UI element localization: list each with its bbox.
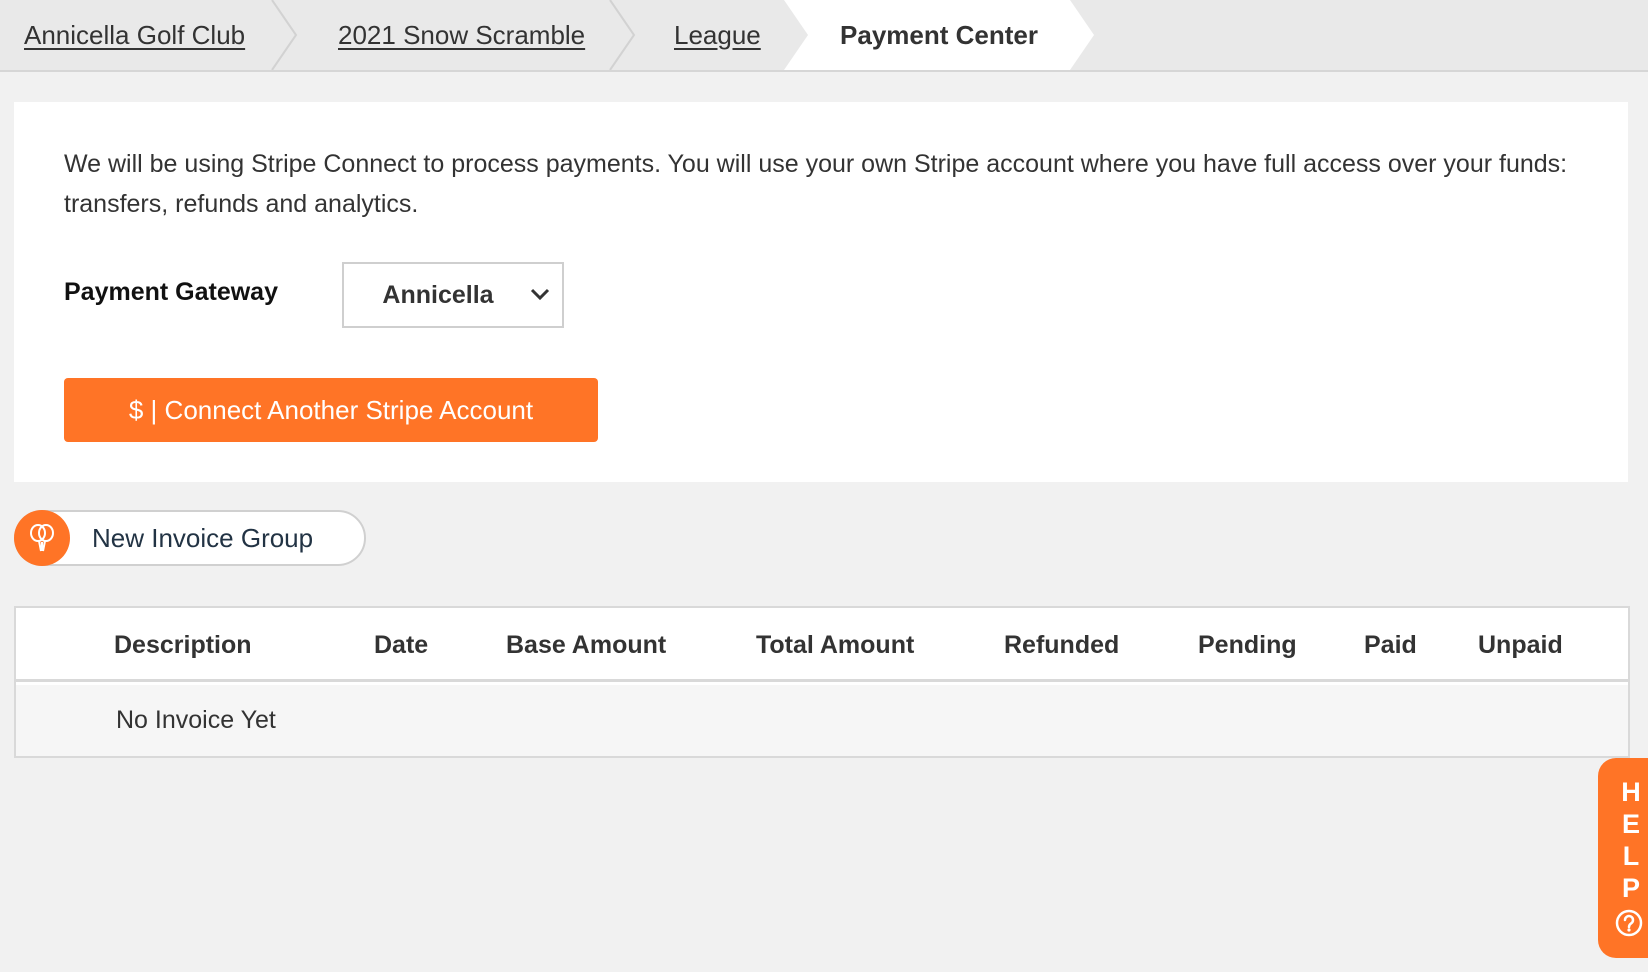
help-letter: H xyxy=(1621,777,1641,807)
payment-gateway-value: Annicella xyxy=(382,280,494,309)
new-group-badge xyxy=(14,510,70,566)
balloons-icon xyxy=(30,524,54,552)
new-invoice-group-label: New Invoice Group xyxy=(92,522,314,553)
empty-state-text: No Invoice Yet xyxy=(116,706,276,734)
table-row: No Invoice Yet xyxy=(16,685,1628,756)
column-header-paid[interactable]: Paid xyxy=(1364,608,1417,682)
breadcrumb-separator-icon xyxy=(271,0,298,70)
column-header-unpaid[interactable]: Unpaid xyxy=(1478,608,1563,682)
breadcrumb: Annicella Golf Club 2021 Snow Scramble L… xyxy=(0,0,1648,72)
help-letters: H E L P xyxy=(1616,776,1646,904)
question-circle-icon xyxy=(1615,909,1643,937)
invoice-table-header: Description Date Base Amount Total Amoun… xyxy=(16,608,1628,682)
breadcrumb-item-league[interactable]: League xyxy=(674,0,761,70)
breadcrumb-link-event[interactable]: 2021 Snow Scramble xyxy=(338,20,585,51)
column-header-base-amount[interactable]: Base Amount xyxy=(506,608,666,682)
breadcrumb-current-label: Payment Center xyxy=(840,19,1038,50)
breadcrumb-link-league[interactable]: League xyxy=(674,20,761,51)
new-invoice-group-button[interactable]: New Invoice Group xyxy=(14,510,366,566)
breadcrumb-link-club[interactable]: Annicella Golf Club xyxy=(24,20,245,51)
help-tab[interactable]: H E L P xyxy=(1598,758,1648,958)
column-header-total-amount[interactable]: Total Amount xyxy=(756,608,914,682)
help-letter: P xyxy=(1621,873,1640,903)
stripe-intro-text: We will be using Stripe Connect to proce… xyxy=(64,150,1568,218)
column-header-pending[interactable]: Pending xyxy=(1198,608,1297,682)
payment-gateway-select[interactable]: Annicella xyxy=(342,262,564,328)
column-header-date[interactable]: Date xyxy=(374,608,428,682)
column-header-description[interactable]: Description xyxy=(114,608,252,682)
payment-gateway-label: Payment Gateway xyxy=(64,278,278,306)
help-letter: E xyxy=(1621,809,1640,839)
help-letter: L xyxy=(1622,841,1640,871)
chevron-down-icon xyxy=(530,288,550,301)
breadcrumb-item-event[interactable]: 2021 Snow Scramble xyxy=(338,0,585,70)
breadcrumb-item-club[interactable]: Annicella Golf Club xyxy=(24,0,245,70)
column-header-refunded[interactable]: Refunded xyxy=(1004,608,1119,682)
connect-stripe-account-button[interactable]: $ | Connect Another Stripe Account xyxy=(64,378,598,442)
breadcrumb-item-current: Payment Center xyxy=(784,0,1094,70)
breadcrumb-separator-icon xyxy=(609,0,636,70)
payment-settings-card: We will be using Stripe Connect to proce… xyxy=(14,102,1628,482)
invoice-table: Description Date Base Amount Total Amoun… xyxy=(14,606,1630,758)
